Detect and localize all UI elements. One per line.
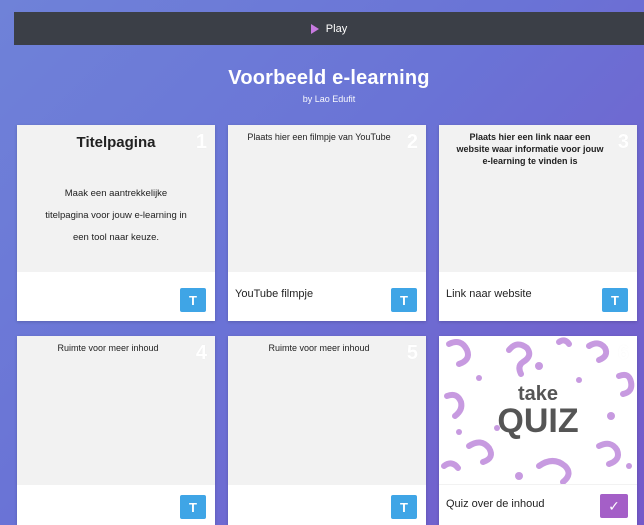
quiz-check-badge: ✓ xyxy=(600,494,628,518)
quiz-image: take QUIZ 6 xyxy=(439,336,637,484)
card-footer: T xyxy=(17,272,215,321)
card-body: Ruimte voor meer inhoud xyxy=(268,343,370,353)
play-bar[interactable]: Play xyxy=(14,12,644,45)
card-body: Ruimte voor meer inhoud xyxy=(57,343,159,353)
card-number: 6 xyxy=(617,342,629,364)
card-footer-label: Quiz over de inhoud xyxy=(446,498,545,510)
text-type-badge: T xyxy=(180,495,206,519)
course-author: by Lao Edufit xyxy=(302,94,356,104)
card-number: 1 xyxy=(195,131,207,153)
play-icon xyxy=(310,23,319,34)
quiz-swirl-pattern: take QUIZ xyxy=(441,337,635,484)
card-footer: Link naar website T xyxy=(439,272,637,321)
card-content: 3 Plaats hier een link naar een website … xyxy=(439,125,637,273)
card-5[interactable]: 5 Ruimte voor meer inhoud T xyxy=(228,336,426,525)
card-2[interactable]: 2 Plaats hier een filmpje van YouTube Yo… xyxy=(228,125,426,321)
card-content: 5 Ruimte voor meer inhoud xyxy=(228,336,426,484)
play-label: Play xyxy=(325,22,348,35)
course-title: Voorbeeld e-learning xyxy=(228,67,430,89)
quiz-image-text-bottom: QUIZ xyxy=(497,402,578,440)
card-body-line: een tool naar keuze. xyxy=(72,232,160,243)
card-footer: YouTube filmpje T xyxy=(228,272,426,321)
card-6-quiz[interactable]: take QUIZ 6 Quiz over de inhoud ✓ xyxy=(439,336,637,525)
card-content: 1 Titelpagina Maak een aantrekkelijke ti… xyxy=(17,125,215,273)
text-type-badge: T xyxy=(391,288,417,312)
card-body: Maak een aantrekkelijke titelpagina voor… xyxy=(17,183,215,249)
card-footer-label: YouTube filmpje xyxy=(235,288,314,300)
card-content: 4 Ruimte voor meer inhoud xyxy=(17,336,215,484)
text-type-badge: T xyxy=(391,495,417,519)
card-footer: Quiz over de inhoud ✓ xyxy=(439,485,637,525)
card-3[interactable]: 3 Plaats hier een link naar een website … xyxy=(439,125,637,321)
card-body: Plaats hier een link naar een website wa… xyxy=(456,132,604,166)
card-content: 2 Plaats hier een filmpje van YouTube xyxy=(228,125,426,273)
card-footer: T xyxy=(17,485,215,525)
text-type-badge: T xyxy=(602,288,628,312)
text-type-badge: T xyxy=(180,288,206,312)
card-body-line: titelpagina voor jouw e-learning in xyxy=(45,210,187,221)
card-number: 2 xyxy=(406,131,418,153)
card-heading: Titelpagina xyxy=(76,134,156,151)
card-number: 5 xyxy=(406,342,418,364)
card-footer-label: Link naar website xyxy=(446,288,532,300)
card-number: 3 xyxy=(617,131,629,153)
card-4[interactable]: 4 Ruimte voor meer inhoud T xyxy=(17,336,215,525)
card-body: Plaats hier een filmpje van YouTube xyxy=(247,132,391,142)
card-number: 4 xyxy=(195,342,207,364)
card-footer: T xyxy=(228,485,426,525)
card-1[interactable]: 1 Titelpagina Maak een aantrekkelijke ti… xyxy=(17,125,215,321)
card-body-line: Maak een aantrekkelijke xyxy=(64,188,168,199)
course-header: Voorbeeld e-learning by Lao Edufit xyxy=(14,45,644,104)
